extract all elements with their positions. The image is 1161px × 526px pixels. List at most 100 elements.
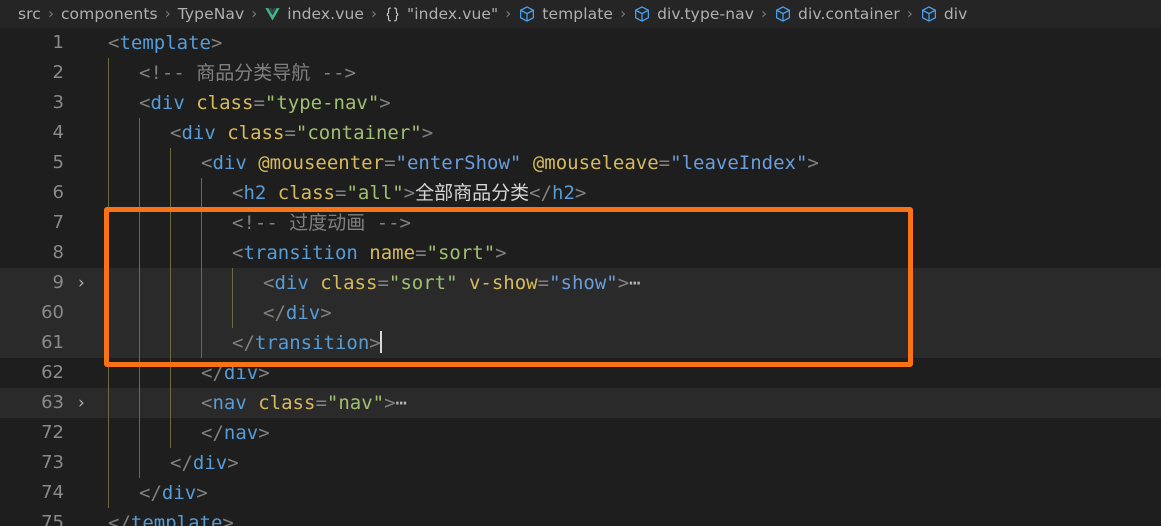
breadcrumb-label: div.container bbox=[798, 5, 900, 23]
line-number: 60 bbox=[41, 302, 64, 323]
line-number: 72 bbox=[41, 422, 64, 443]
symbol-cube-icon bbox=[518, 5, 536, 23]
breadcrumb-item-src[interactable]: src bbox=[18, 5, 41, 23]
fold-chevron-icon[interactable]: › bbox=[78, 268, 96, 298]
code-line[interactable]: 60 </div> bbox=[0, 298, 1161, 328]
breadcrumb-item-index-vue-symbol[interactable]: "index.vue" bbox=[384, 5, 498, 23]
code-line[interactable]: 61 </transition> bbox=[0, 328, 1161, 358]
token-punct: > bbox=[222, 512, 234, 526]
code-content: </div> bbox=[170, 448, 1161, 478]
token-punct: > bbox=[196, 482, 208, 504]
breadcrumb-item-template[interactable]: template bbox=[518, 5, 613, 23]
line-number: 4 bbox=[52, 122, 64, 143]
code-line[interactable]: 3 <div class="type-nav"> bbox=[0, 88, 1161, 118]
indent-guide bbox=[139, 358, 140, 388]
token-punct: > bbox=[379, 92, 391, 114]
indent-guide bbox=[232, 268, 233, 298]
token-tag: div bbox=[223, 362, 259, 384]
token-punct: = bbox=[284, 122, 296, 144]
token-punct: = bbox=[658, 152, 671, 174]
braces-icon bbox=[384, 6, 401, 23]
token-expression: "show" bbox=[549, 272, 618, 294]
token-string: "type-nav" bbox=[264, 92, 380, 114]
token-tag: transition bbox=[254, 332, 370, 354]
text-cursor bbox=[379, 331, 382, 353]
code-editor[interactable]: 1 <template> 2 <!-- 商品分类导航 --> 3 <div cl… bbox=[0, 28, 1161, 526]
code-line[interactable]: 9 › <div class="sort" v-show="show">⋯ bbox=[0, 268, 1161, 298]
folded-region-ellipsis[interactable]: ⋯ bbox=[396, 392, 407, 414]
indent-guide bbox=[170, 358, 171, 388]
breadcrumb-item-index-vue[interactable]: index.vue bbox=[264, 5, 364, 23]
breadcrumb-item-typenav[interactable]: TypeNav bbox=[178, 5, 245, 23]
fold-chevron-icon[interactable]: › bbox=[78, 388, 96, 418]
token-tag: template bbox=[119, 32, 211, 54]
code-line[interactable]: 6 <h2 class="all">全部商品分类</h2> bbox=[0, 178, 1161, 208]
indent-guide bbox=[170, 208, 171, 238]
indent-guide bbox=[170, 328, 171, 358]
token-punct: < bbox=[139, 92, 151, 114]
indent-guide bbox=[108, 268, 109, 298]
token-punct: = bbox=[335, 182, 347, 204]
line-number: 75 bbox=[41, 512, 64, 526]
indent-guide bbox=[108, 388, 109, 418]
token-punct: > bbox=[495, 242, 507, 264]
token-tag: div bbox=[285, 302, 321, 324]
breadcrumb-separator-icon: › bbox=[620, 4, 627, 23]
token-string: "sort" bbox=[388, 272, 458, 294]
line-number: 63 bbox=[41, 392, 64, 413]
code-line[interactable]: 75 </template> bbox=[0, 508, 1161, 526]
token-punct: > bbox=[574, 182, 587, 204]
token-punct: < bbox=[201, 392, 213, 414]
breadcrumb-separator-icon: › bbox=[505, 4, 512, 23]
breadcrumb-label: div bbox=[943, 5, 968, 23]
code-line[interactable]: 7 <!-- 过度动画 --> bbox=[0, 208, 1161, 238]
token-attr: class bbox=[258, 392, 316, 414]
indent-guide bbox=[139, 178, 140, 208]
code-line[interactable]: 72 </nav> bbox=[0, 418, 1161, 448]
line-number: 1 bbox=[52, 32, 64, 53]
indent-guide bbox=[232, 298, 233, 328]
indent-guide bbox=[139, 148, 140, 178]
indent-guide bbox=[170, 418, 171, 448]
code-line[interactable]: 2 <!-- 商品分类导航 --> bbox=[0, 58, 1161, 88]
indent-guide bbox=[139, 418, 140, 448]
indent-guide bbox=[201, 208, 202, 238]
token-punct: > bbox=[807, 152, 819, 174]
line-number: 7 bbox=[52, 212, 64, 233]
code-line[interactable]: 74 </div> bbox=[0, 478, 1161, 508]
indent-guide bbox=[201, 298, 202, 328]
indent-guide bbox=[139, 238, 140, 268]
token-punct: < bbox=[232, 242, 244, 264]
code-line[interactable]: 63 › <nav class="nav">⋯ bbox=[0, 388, 1161, 418]
code-content: </div> bbox=[263, 298, 1161, 328]
code-line[interactable]: 8 <transition name="sort"> bbox=[0, 238, 1161, 268]
token-attr: class bbox=[277, 182, 335, 204]
token-punct: > bbox=[258, 422, 270, 444]
code-content: <!-- 过度动画 --> bbox=[232, 208, 1161, 238]
indent-guide bbox=[201, 178, 202, 208]
breadcrumb-item-div-type-nav[interactable]: div.type-nav bbox=[633, 5, 754, 23]
code-line[interactable]: 62 </div> bbox=[0, 358, 1161, 388]
breadcrumb-separator-icon: › bbox=[906, 4, 913, 23]
indent-guide bbox=[170, 268, 171, 298]
breadcrumb-item-div[interactable]: div bbox=[920, 5, 968, 23]
indent-guide bbox=[108, 148, 109, 178]
code-line[interactable]: 5 <div @mouseenter="enterShow" @mouselea… bbox=[0, 148, 1161, 178]
vue-file-icon bbox=[264, 6, 281, 23]
code-line[interactable]: 4 <div class="container"> bbox=[0, 118, 1161, 148]
token-tag: div bbox=[212, 152, 247, 174]
folded-region-ellipsis[interactable]: ⋯ bbox=[629, 272, 640, 294]
token-punct: > bbox=[403, 182, 416, 204]
indent-guide bbox=[108, 448, 109, 478]
code-line[interactable]: 1 <template> bbox=[0, 28, 1161, 58]
indent-guide bbox=[108, 358, 109, 388]
indent-guide bbox=[139, 388, 140, 418]
code-content: <nav class="nav">⋯ bbox=[201, 388, 1161, 418]
breadcrumb-item-div-container[interactable]: div.container bbox=[774, 5, 900, 23]
breadcrumb-label: "index.vue" bbox=[407, 5, 499, 23]
indent-guide bbox=[170, 238, 171, 268]
indent-guide bbox=[108, 238, 109, 268]
token-punct: = bbox=[315, 392, 327, 414]
breadcrumb-item-components[interactable]: components bbox=[61, 5, 158, 23]
code-line[interactable]: 73 </div> bbox=[0, 448, 1161, 478]
